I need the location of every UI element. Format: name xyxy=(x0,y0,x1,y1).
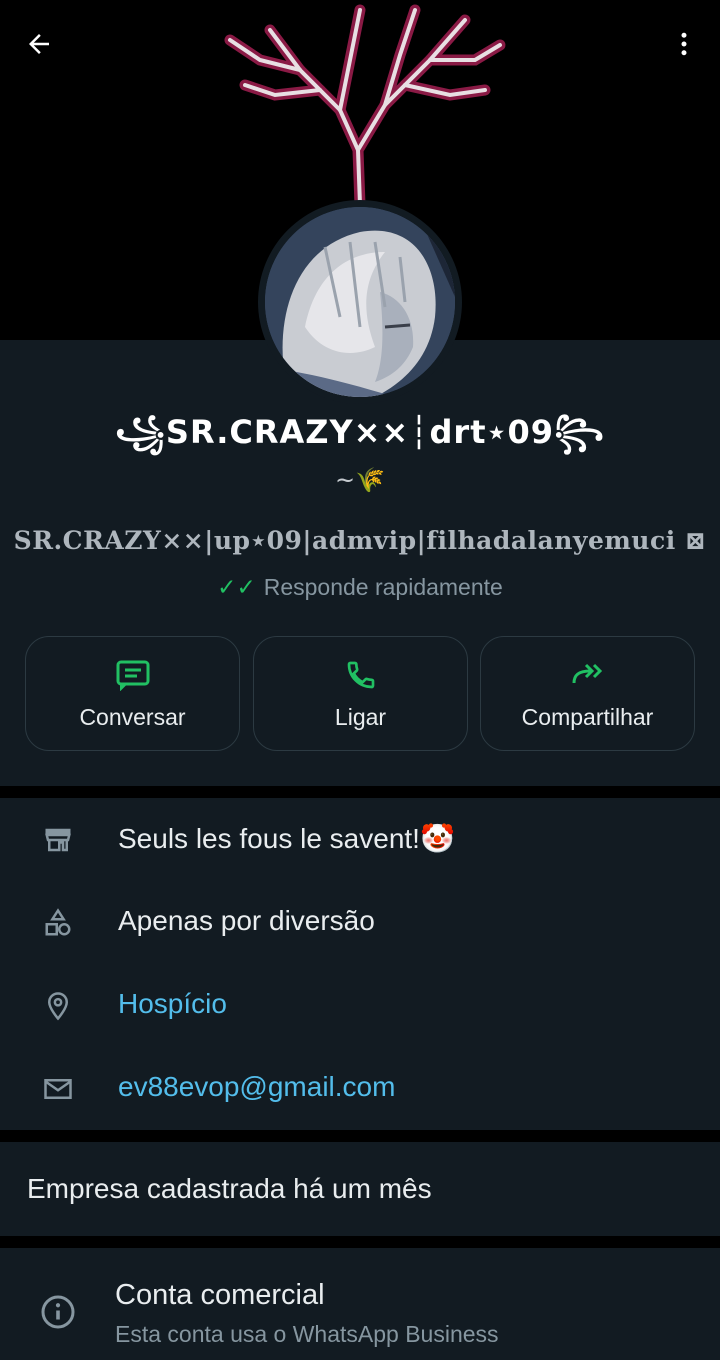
message-icon xyxy=(116,660,149,691)
more-vertical-icon xyxy=(681,32,687,56)
mail-icon xyxy=(44,1079,72,1099)
arrow-left-icon xyxy=(29,34,49,54)
category-shapes-icon xyxy=(45,908,71,936)
business-category: Apenas por diversão xyxy=(118,905,375,936)
phone-icon xyxy=(347,661,374,689)
back-button[interactable] xyxy=(15,20,63,68)
forward-icon xyxy=(572,663,602,684)
info-icon xyxy=(41,1295,75,1329)
business-location-link[interactable]: Hospício xyxy=(118,988,227,1020)
business-info-section: Seuls les fous le savent!🤡 Apenas por di… xyxy=(0,798,720,1130)
avatar[interactable] xyxy=(265,207,455,397)
location-row[interactable]: Hospício xyxy=(0,964,720,1047)
business-description: Seuls les fous le savent!🤡 xyxy=(118,823,455,854)
profile-tagline: SR.CRAZY××|up⋆09|admvip|filhadalanyemuci… xyxy=(13,526,707,555)
responds-label: Responde rapidamente xyxy=(263,574,503,600)
business-email-link[interactable]: ev88evop@gmail.com xyxy=(118,1071,395,1103)
double-check-icon: ✓✓ xyxy=(217,574,256,600)
email-row[interactable]: ev88evop@gmail.com xyxy=(0,1047,720,1130)
business-since-section: Empresa cadastrada há um mês xyxy=(0,1142,720,1236)
chat-button[interactable]: Conversar xyxy=(25,636,240,751)
call-button[interactable]: Ligar xyxy=(253,636,468,751)
business-account-title: Conta comercial xyxy=(115,1279,325,1311)
more-options-button[interactable] xyxy=(660,20,708,68)
anime-avatar-image xyxy=(265,207,455,397)
share-button[interactable]: Compartilhar xyxy=(480,636,695,751)
description-row[interactable]: Seuls les fous le savent!🤡 xyxy=(0,798,720,881)
profile-name-ornament: ~🌾 xyxy=(335,466,385,494)
share-button-label: Compartilhar xyxy=(521,704,654,730)
storefront-icon xyxy=(45,828,71,852)
call-button-label: Ligar xyxy=(334,704,387,730)
profile-name: ꧁SR.CRAZY××┆drt⋆09꧂ xyxy=(114,413,606,451)
category-row: Apenas por diversão xyxy=(0,881,720,964)
chat-button-label: Conversar xyxy=(79,704,186,730)
location-pin-icon xyxy=(47,992,69,1021)
avatar-ring xyxy=(258,200,462,404)
coral-cover-image xyxy=(224,4,506,210)
business-account-row[interactable]: Conta comercial Esta conta usa o WhatsAp… xyxy=(0,1248,720,1360)
responds-quickly-status: ✓✓ Responde rapidamente xyxy=(0,574,720,601)
business-account-subtitle: Esta conta usa o WhatsApp Business xyxy=(115,1321,499,1347)
business-since-text: Empresa cadastrada há um mês xyxy=(27,1173,432,1204)
